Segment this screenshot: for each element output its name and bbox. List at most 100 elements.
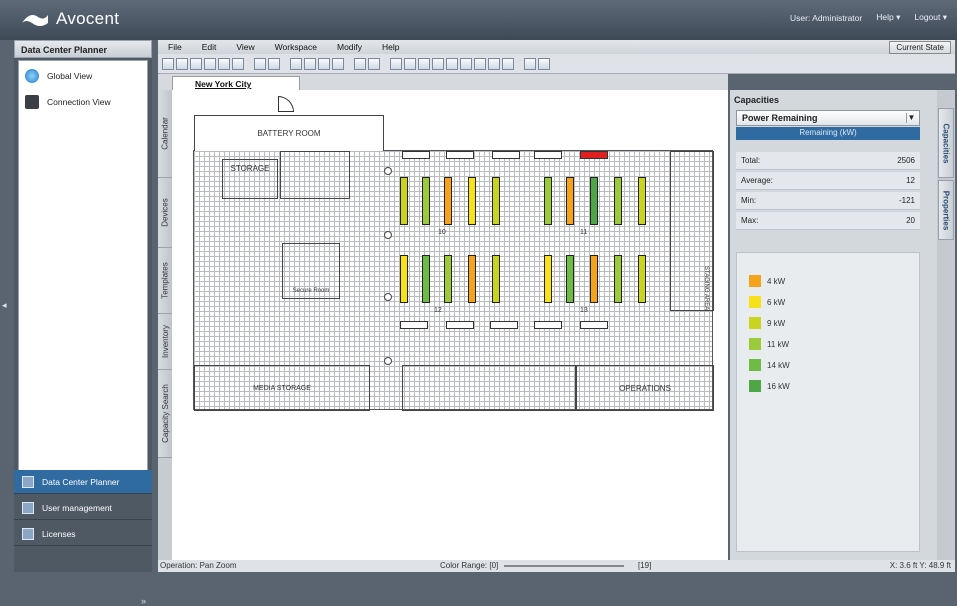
tab-calendar[interactable]: Calendar [158,90,172,178]
align-icon[interactable] [524,57,536,70]
server-rack[interactable] [544,177,552,225]
server-rack[interactable] [614,177,622,225]
operations-room[interactable]: OPERATIONS [576,365,714,411]
door-icon[interactable] [474,57,486,70]
server-rack[interactable] [422,177,430,225]
server-rack[interactable] [638,255,646,303]
tab-devices[interactable]: Devices [158,178,172,248]
rect-icon[interactable] [460,57,472,70]
stat-min: Min: -121 [736,192,920,210]
undo-icon[interactable] [254,57,266,70]
server-rack[interactable] [638,177,646,225]
tab-new-york-city[interactable]: New York City [172,76,300,90]
tab-label: Devices [160,198,170,227]
paste-icon[interactable] [232,57,244,70]
current-state-button[interactable]: Current State [889,41,951,54]
floor-tile[interactable] [534,151,562,159]
nav-item-licenses[interactable]: Licenses [14,522,152,546]
zoom-out-icon[interactable] [304,57,316,70]
expand-nav-button[interactable]: » [141,596,146,606]
nav-item-data-center-planner[interactable]: Data Center Planner [14,470,152,494]
zoom-in-icon[interactable] [290,57,302,70]
server-rack[interactable] [444,255,452,303]
server-rack[interactable] [590,177,598,225]
server-rack[interactable] [492,255,500,303]
server-rack[interactable] [492,177,500,225]
floor-tile[interactable] [534,321,562,329]
tile-icon[interactable] [502,57,514,70]
secure-room[interactable]: Secure Room [282,243,340,299]
server-rack[interactable] [422,255,430,303]
floor-tile[interactable] [400,321,428,329]
open-icon[interactable] [176,57,188,70]
column-marker [384,357,392,365]
server-rack[interactable] [400,177,408,225]
zoom-area-icon[interactable] [332,57,344,70]
left-panel: Data Center Planner Global View Connecti… [14,40,152,606]
cut-icon[interactable] [204,57,216,70]
media-storage[interactable]: MEDIA STORAGE [194,365,370,411]
menu-view[interactable]: View [226,42,264,52]
server-rack[interactable] [566,255,574,303]
legend-item: 6 kW [749,296,785,308]
floor-tile[interactable] [446,321,474,329]
circle-icon[interactable] [446,57,458,70]
copy-icon[interactable] [218,57,230,70]
menu-file[interactable]: File [158,42,192,52]
chevron-down-icon[interactable]: ▼ [906,113,916,123]
server-rack[interactable] [444,177,452,225]
color-range-slider[interactable] [504,565,624,567]
floor-tile[interactable] [446,151,474,159]
menu-modify[interactable]: Modify [327,42,372,52]
battery-room[interactable]: BATTERY ROOM [194,115,384,151]
menu-edit[interactable]: Edit [192,42,227,52]
server-rack[interactable] [468,255,476,303]
tree-item-global-view[interactable]: Global View [25,69,92,83]
save-icon[interactable] [190,57,202,70]
zoom-fit-icon[interactable] [318,57,330,70]
floor-tile[interactable] [492,151,520,159]
server-rack[interactable] [566,177,574,225]
nav-item-user-management[interactable]: User management [14,496,152,520]
remaining-header: Remaining (kW) [736,127,920,140]
floor-tile[interactable] [402,151,430,159]
column-marker [384,167,392,175]
floor-tile[interactable] [580,151,608,159]
floor-tile[interactable] [490,321,518,329]
distribute-icon[interactable] [538,57,550,70]
server-area-room[interactable] [402,365,576,411]
line-icon[interactable] [390,57,402,70]
server-rack[interactable] [400,255,408,303]
menu-help[interactable]: Help [372,42,409,52]
select-icon[interactable] [354,57,366,70]
polyline-icon[interactable] [418,57,430,70]
wall-icon[interactable] [404,57,416,70]
legend-item: 4 kW [749,275,785,287]
tab-templates[interactable]: Templates [158,248,172,314]
server-rack[interactable] [468,177,476,225]
storage-bay[interactable] [280,151,350,199]
tab-capacities[interactable]: Capacities [938,108,954,178]
window-icon[interactable] [488,57,500,70]
tab-properties[interactable]: Properties [938,180,954,240]
pan-icon[interactable] [368,57,380,70]
help-menu[interactable]: Help ▾ [876,12,900,23]
logout-menu[interactable]: Logout ▾ [914,12,947,23]
server-rack[interactable] [544,255,552,303]
storage-room[interactable]: STORAGE [222,159,278,199]
staging-area[interactable]: STAGING AREA [670,151,714,311]
tab-inventory[interactable]: Inventory [158,314,172,370]
collapse-left-icon[interactable]: ◂ [2,300,7,311]
new-icon[interactable] [162,57,174,70]
menu-workspace[interactable]: Workspace [265,42,327,52]
user-info: User: Administrator Help ▾ Logout ▾ [790,12,947,23]
tab-capacity-search[interactable]: Capacity Search [158,370,172,458]
redo-icon[interactable] [268,57,280,70]
server-rack[interactable] [590,255,598,303]
metric-select[interactable]: Power Remaining ▼ [736,110,920,126]
floor-tile[interactable] [580,321,608,329]
text-icon[interactable] [432,57,444,70]
tree-item-connection-view[interactable]: Connection View [25,95,111,109]
server-rack[interactable] [614,255,622,303]
floor-plan[interactable]: BATTERY ROOM STORAGE Secure Room STAGING… [193,115,714,411]
